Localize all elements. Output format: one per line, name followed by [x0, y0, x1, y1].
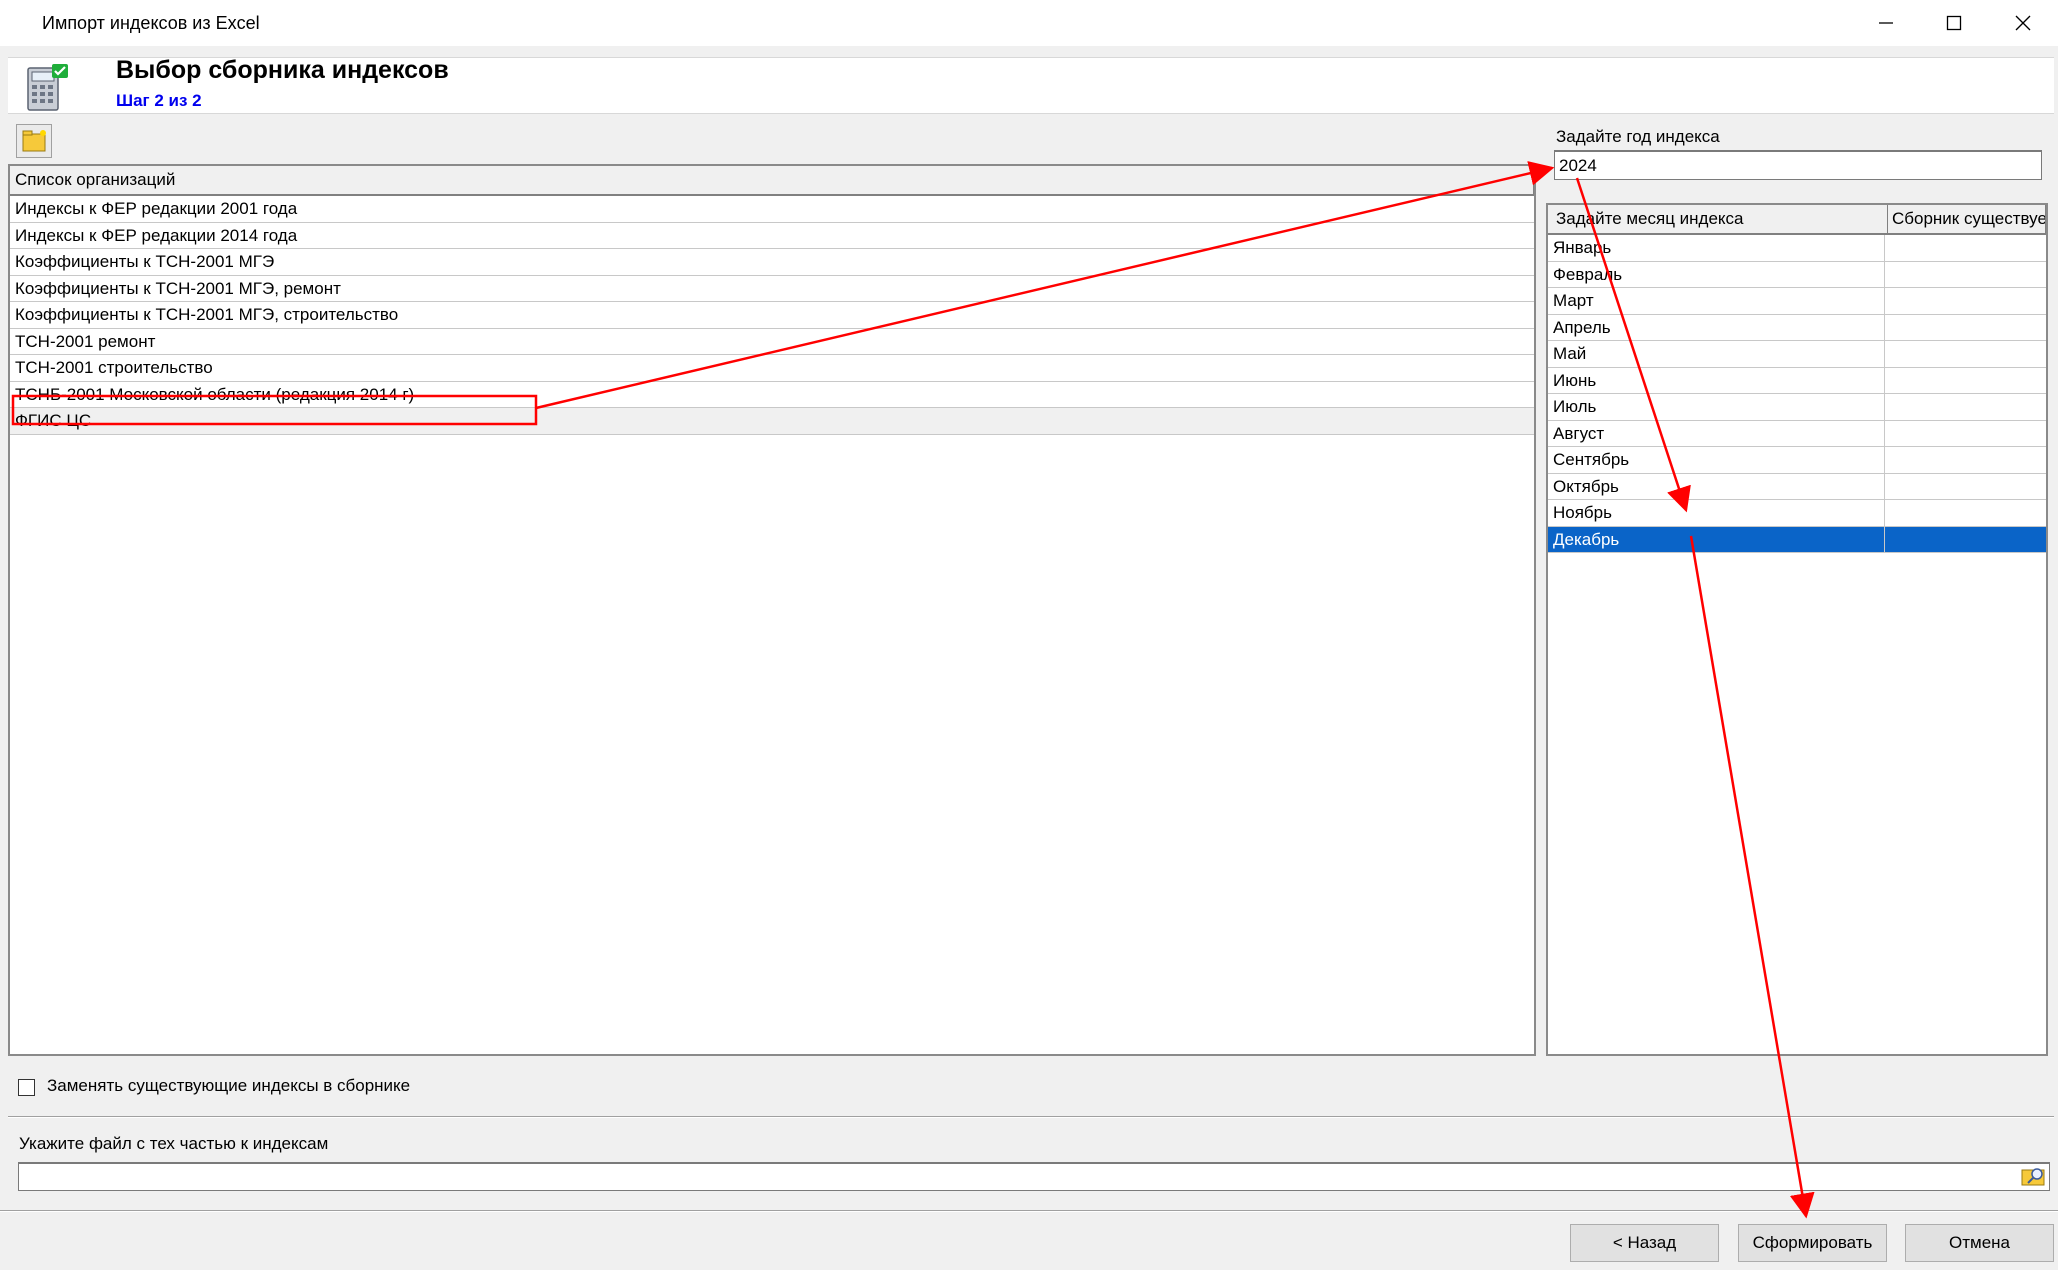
organization-list[interactable]: Список организаций Индексы к ФЕР редакци…: [8, 164, 1536, 1056]
month-row[interactable]: Март: [1548, 288, 2046, 315]
organization-list-header[interactable]: Список организаций: [10, 166, 1534, 196]
step-indicator: Шаг 2 из 2: [116, 91, 202, 110]
replace-checkbox-label[interactable]: Заменять существующие индексы в сборнике: [47, 1076, 410, 1096]
title-bar: [0, 0, 2058, 46]
separator: [0, 1210, 2058, 1212]
list-item[interactable]: Коэффициенты к ТСН-2001 МГЭ: [10, 249, 1534, 276]
exists-cell: [1885, 341, 2046, 367]
exists-cell: [1885, 447, 2046, 473]
list-item[interactable]: Индексы к ФЕР редакции 2014 года: [10, 223, 1534, 249]
maximize-icon: [1946, 15, 1962, 31]
page-title: Выбор сборника индексов: [116, 56, 449, 84]
month-row[interactable]: Ноябрь: [1548, 500, 2046, 527]
month-row[interactable]: Январь: [1548, 235, 2046, 262]
exists-cell: [1885, 368, 2046, 394]
month-cell: Март: [1548, 288, 1885, 314]
month-row[interactable]: Август: [1548, 420, 2046, 447]
exists-cell: [1885, 500, 2046, 526]
minimize-icon: [1879, 22, 1893, 24]
month-row[interactable]: Апрель: [1548, 314, 2046, 341]
file-label: Укажите файл с тех частью к индексам: [19, 1134, 329, 1153]
window-title: Импорт индексов из Excel: [42, 13, 260, 33]
exists-cell: [1885, 262, 2046, 288]
month-cell: Июнь: [1548, 367, 1885, 393]
replace-checkbox[interactable]: [18, 1079, 35, 1096]
year-input[interactable]: [1554, 150, 2042, 180]
form-button[interactable]: Сформировать: [1738, 1224, 1887, 1262]
file-browse-icon: [2021, 1168, 2045, 1186]
file-browse-button[interactable]: [2020, 1164, 2048, 1188]
exists-cell: [1885, 235, 2046, 261]
exists-cell: [1885, 394, 2046, 420]
month-cell: Май: [1548, 341, 1885, 367]
month-cell: Октябрь: [1548, 473, 1885, 499]
month-column-header[interactable]: Задайте месяц индекса: [1548, 205, 1888, 233]
month-row[interactable]: Май: [1548, 341, 2046, 368]
exists-cell: [1885, 421, 2046, 447]
list-item[interactable]: ТСН-2001 ремонт: [10, 329, 1534, 355]
month-row[interactable]: Октябрь: [1548, 473, 2046, 500]
list-item[interactable]: ТСН-2001 строительство: [10, 355, 1534, 382]
month-row[interactable]: Сентябрь: [1548, 447, 2046, 474]
month-cell: Декабрь: [1548, 526, 1885, 552]
exists-cell: [1885, 474, 2046, 500]
add-collection-button[interactable]: [16, 124, 52, 158]
month-grid[interactable]: Задайте месяц индекса Сборник существует…: [1546, 203, 2048, 1056]
month-cell: Август: [1548, 420, 1885, 446]
list-item-selected[interactable]: ФГИС ЦС: [10, 408, 1534, 435]
close-button[interactable]: [1988, 0, 2058, 46]
list-item[interactable]: Коэффициенты к ТСН-2001 МГЭ, строительст…: [10, 302, 1534, 329]
exists-cell: [1885, 288, 2046, 314]
close-icon: [2015, 15, 2031, 31]
exists-cell: [1885, 527, 2046, 553]
month-cell: Февраль: [1548, 261, 1885, 287]
month-cell: Апрель: [1548, 314, 1885, 340]
maximize-button[interactable]: [1919, 0, 1989, 46]
month-cell: Сентябрь: [1548, 447, 1885, 473]
minimize-button[interactable]: [1851, 0, 1921, 46]
calculator-icon: [26, 62, 72, 112]
month-cell: Июль: [1548, 394, 1885, 420]
back-button[interactable]: < Назад: [1570, 1224, 1719, 1262]
month-row[interactable]: Февраль: [1548, 261, 2046, 288]
file-path-input[interactable]: [18, 1162, 2050, 1191]
separator: [8, 1116, 2054, 1118]
month-cell: Ноябрь: [1548, 500, 1885, 526]
month-row-selected[interactable]: Декабрь: [1548, 526, 2046, 553]
month-row[interactable]: Июнь: [1548, 367, 2046, 394]
list-item[interactable]: ТСНБ-2001 Московской области (редакция 2…: [10, 382, 1534, 408]
month-cell: Январь: [1548, 235, 1885, 261]
list-item[interactable]: Индексы к ФЕР редакции 2001 года: [10, 196, 1534, 223]
cancel-button[interactable]: Отмена: [1905, 1224, 2054, 1262]
list-item[interactable]: Коэффициенты к ТСН-2001 МГЭ, ремонт: [10, 276, 1534, 302]
exists-column-header[interactable]: Сборник существует: [1888, 205, 2046, 233]
folder-new-icon: [22, 130, 46, 152]
month-row[interactable]: Июль: [1548, 394, 2046, 421]
exists-cell: [1885, 315, 2046, 341]
year-label: Задайте год индекса: [1556, 127, 1720, 146]
